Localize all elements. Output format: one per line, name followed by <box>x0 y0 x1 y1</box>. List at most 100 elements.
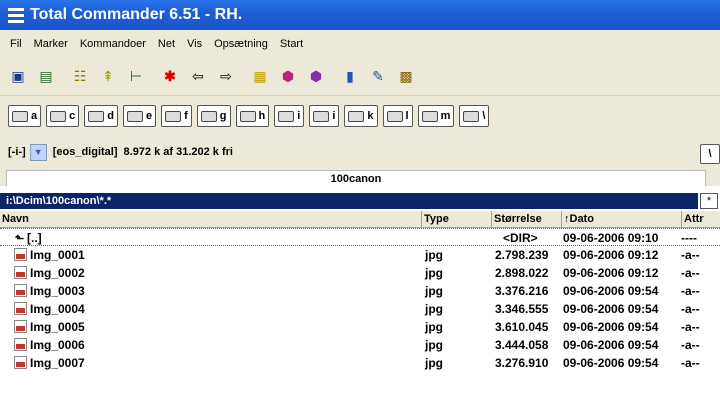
hard-disk-icon <box>50 110 67 122</box>
file-date: 09-06-2006 09:54 <box>563 320 659 334</box>
column-header: Navn Type Størrelse ↑Dato Attr <box>0 211 720 228</box>
view-full-icon[interactable]: ☷ <box>70 67 90 87</box>
column-size[interactable]: Størrelse <box>492 211 562 227</box>
menu-fil[interactable]: Fil <box>4 38 28 50</box>
drive-button-j[interactable]: i <box>309 105 340 127</box>
column-attr[interactable]: Attr <box>682 211 720 227</box>
file-size: 3.346.555 <box>495 302 549 316</box>
file-size: 3.444.058 <box>495 338 549 352</box>
file-type: jpg <box>425 338 443 352</box>
inverse-icon[interactable]: ⊢ <box>126 67 146 87</box>
drive-button-f[interactable]: f <box>161 105 192 127</box>
tab-100canon[interactable]: 100canon <box>6 170 706 186</box>
chevron-down-icon[interactable]: ▼ <box>29 143 47 161</box>
file-date: 09-06-2006 09:54 <box>563 356 659 370</box>
file-size: 2.898.022 <box>495 266 549 280</box>
path-bar: [-i-] ▼ [eos_digital] 8.972 k af 31.202 … <box>0 136 720 168</box>
file-row[interactable]: Img_0006 jpg 3.444.058 09-06-2006 09:54 … <box>0 336 720 354</box>
file-name: Img_0007 <box>30 356 85 370</box>
file-row[interactable]: Img_0004 jpg 3.346.555 09-06-2006 09:54 … <box>0 300 720 318</box>
drive-button-g[interactable]: g <box>196 105 231 127</box>
file-name: Img_0005 <box>30 320 85 334</box>
removable-drive-icon <box>386 110 403 122</box>
file-attr: -a-- <box>681 338 700 352</box>
tree-icon[interactable]: ⇞ <box>98 67 118 87</box>
file-size: <DIR> <box>503 231 538 245</box>
removable-drive-icon <box>421 110 438 122</box>
select-icon[interactable]: ✱ <box>160 67 180 87</box>
refresh-icon[interactable]: ▣ <box>8 67 28 87</box>
drive-button-l[interactable]: l <box>382 105 413 127</box>
menu-start[interactable]: Start <box>274 38 309 50</box>
jpg-file-icon <box>14 266 27 279</box>
panel-tab-bar: 100canon <box>0 168 720 186</box>
root-dir-button[interactable]: \ <box>700 144 720 164</box>
jpg-file-icon <box>14 302 27 315</box>
menu-vis[interactable]: Vis <box>181 38 208 50</box>
file-row[interactable]: Img_0002 jpg 2.898.022 09-06-2006 09:12 … <box>0 264 720 282</box>
jpg-file-icon <box>14 338 27 351</box>
parent-dir-row[interactable]: ⬑ [..] <DIR> 09-06-2006 09:10 ---- <box>0 228 720 246</box>
view-brief-icon[interactable]: ▤ <box>36 67 56 87</box>
drive-select-value: [-i-] <box>8 146 26 158</box>
drive-bar: a c d e f g h i i k l m \ <box>0 96 720 136</box>
floppy-icon <box>12 110 28 122</box>
file-row[interactable]: Img_0005 jpg 3.610.045 09-06-2006 09:54 … <box>0 318 720 336</box>
ftp-new-icon[interactable]: ⬢ <box>306 67 326 87</box>
file-attr: ---- <box>681 231 697 245</box>
notepad-icon[interactable]: ▮ <box>340 67 360 87</box>
menu-marker[interactable]: Marker <box>28 38 74 50</box>
removable-drive-icon <box>278 110 295 122</box>
current-path[interactable]: i:\Dcim\100canon\*.* <box>0 193 698 209</box>
drive-button-network[interactable]: \ <box>459 105 490 127</box>
hard-disk-icon <box>165 110 182 122</box>
jpg-file-icon <box>14 284 27 297</box>
menu-opsaetning[interactable]: Opsætning <box>208 38 274 50</box>
volume-label: [eos_digital] <box>52 146 118 158</box>
directory-hotlist-button[interactable]: * <box>700 193 718 209</box>
forward-icon[interactable]: ⇨ <box>216 67 236 87</box>
file-type: jpg <box>425 248 443 262</box>
ftp-icon[interactable]: ⬢ <box>278 67 298 87</box>
column-name[interactable]: Navn <box>0 211 422 227</box>
file-attr: -a-- <box>681 320 700 334</box>
drive-button-c[interactable]: c <box>46 105 80 127</box>
file-row[interactable]: Img_0007 jpg 3.276.910 09-06-2006 09:54 … <box>0 354 720 372</box>
file-date: 09-06-2006 09:54 <box>563 302 659 316</box>
back-icon[interactable]: ⇦ <box>188 67 208 87</box>
file-attr: -a-- <box>681 302 700 316</box>
file-size: 2.798.239 <box>495 248 549 262</box>
file-name: Img_0001 <box>30 248 85 262</box>
drive-button-m[interactable]: m <box>417 105 455 127</box>
column-type[interactable]: Type <box>422 211 492 227</box>
edit-icon[interactable]: ✎ <box>368 67 388 87</box>
drive-button-k[interactable]: k <box>344 105 378 127</box>
drive-button-e[interactable]: e <box>122 105 157 127</box>
file-row[interactable]: Img_0001 jpg 2.798.239 09-06-2006 09:12 … <box>0 246 720 264</box>
column-date[interactable]: ↑Dato <box>562 211 682 227</box>
file-row[interactable]: Img_0003 jpg 3.376.216 09-06-2006 09:54 … <box>0 282 720 300</box>
jpg-file-icon <box>14 248 27 261</box>
drive-button-a[interactable]: a <box>8 105 42 127</box>
file-type: jpg <box>425 266 443 280</box>
file-type: jpg <box>425 356 443 370</box>
drive-button-h[interactable]: h <box>235 105 270 127</box>
toolbar: ▣ ▤ ☷ ⇞ ⊢ ✱ ⇦ ⇨ ▦ ⬢ ⬢ ▮ ✎ ▩ <box>0 58 720 96</box>
file-date: 09-06-2006 09:54 <box>563 338 659 352</box>
menu-kommandoer[interactable]: Kommandoer <box>74 38 152 50</box>
file-date: 09-06-2006 09:10 <box>563 231 659 245</box>
drive-button-i[interactable]: i <box>274 105 305 127</box>
file-name: Img_0004 <box>30 302 85 316</box>
file-name: Img_0002 <box>30 266 85 280</box>
explorer-icon[interactable]: ▩ <box>396 67 416 87</box>
menu-net[interactable]: Net <box>152 38 181 50</box>
file-date: 09-06-2006 09:54 <box>563 284 659 298</box>
file-attr: -a-- <box>681 356 700 370</box>
hard-disk-icon <box>126 110 143 122</box>
pack-icon[interactable]: ▦ <box>250 67 270 87</box>
drive-button-d[interactable]: d <box>84 105 118 127</box>
file-size: 3.376.216 <box>495 284 549 298</box>
file-size: 3.276.910 <box>495 356 549 370</box>
up-folder-icon: ⬑ <box>15 233 25 245</box>
drive-select[interactable]: [-i-] ▼ <box>8 143 53 161</box>
